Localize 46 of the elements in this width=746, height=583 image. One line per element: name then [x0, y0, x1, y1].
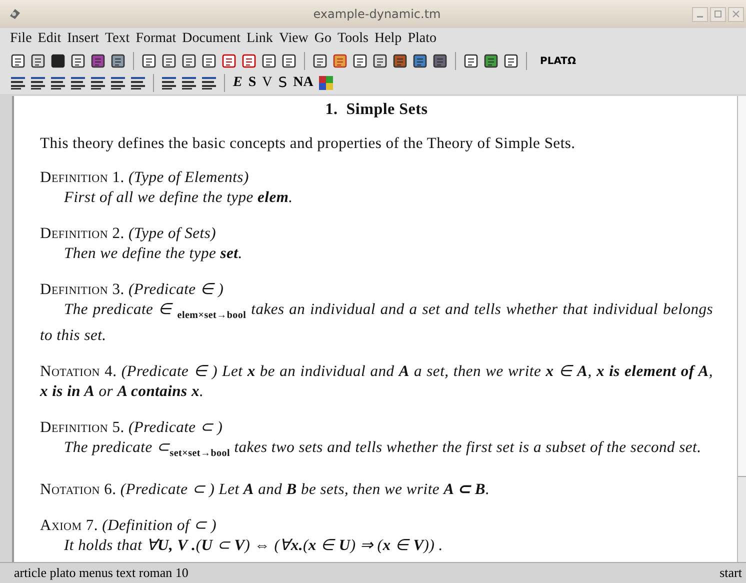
menu-item[interactable]: Link	[246, 31, 273, 47]
statement-body: The predicate ⊂$_{set×set→bool}$ takes two sets and tells whether the first set is a subset of the second set.	[63, 438, 702, 462]
menu-item[interactable]: Plato	[408, 31, 436, 47]
color-palette-icon[interactable]	[318, 75, 334, 91]
menu-item[interactable]: Go	[314, 31, 332, 47]
menu-item[interactable]: Format	[136, 31, 176, 47]
font-style-button[interactable]: NA	[292, 75, 314, 91]
statement-label: Axiom 7.	[40, 517, 98, 534]
close-icon	[732, 10, 740, 18]
font-style-button[interactable]: S	[247, 75, 258, 91]
font-style-button[interactable]: E	[232, 75, 244, 91]
statement-label: Definition 5.	[40, 419, 124, 436]
statement-label: Definition 2.	[40, 225, 124, 242]
notation-paragraph: Notation 6. (Predicate ⊂ ) Let A and B be sets, then we write A ⊂ B.	[40, 480, 491, 500]
maximize-icon	[714, 10, 722, 18]
status-text: start	[720, 565, 742, 581]
statement-title: (Predicate ∈ )	[128, 281, 224, 298]
font-style-button[interactable]: V	[261, 75, 274, 91]
section-heading: 1. Simple Sets	[324, 100, 429, 120]
statement-body: Then we define the type set.	[63, 244, 244, 264]
app-icon	[8, 7, 22, 21]
statement-title: (Type of Sets)	[128, 225, 216, 242]
statement-label: Definition 1.	[40, 169, 124, 186]
menu-item[interactable]: Edit	[38, 31, 62, 47]
statement-body: First of all we define the type elem.	[63, 188, 294, 208]
menu-item[interactable]: View	[278, 31, 308, 47]
menu-item[interactable]: Help	[374, 31, 402, 47]
statement-label: Definition 3.	[40, 281, 124, 298]
font-style-button[interactable]: S	[277, 75, 288, 91]
paragraph: This theory defines the basic concepts and properties of the Theory of Simple Sets.	[40, 134, 576, 154]
status-text: article plato menus text roman 10	[14, 565, 188, 581]
window-title: example-dynamic.tm	[312, 7, 442, 21]
align-left-icon[interactable]	[10, 75, 26, 91]
statement-title: (Type of Elements)	[128, 169, 249, 186]
plato-button[interactable]: PLATΩ	[540, 56, 576, 66]
statement-body: It holds that ∀U, V .(U ⊂ V) ⇔ (∀x.(x ∈ U) ⇒ (x ∈ V)) .	[63, 536, 444, 556]
menu-item[interactable]: Insert	[67, 31, 100, 47]
scrollbar[interactable]	[737, 96, 746, 562]
notation-paragraph: Notation 4. (Predicate ∈ ) Let x be an individual and A a set, then we write x ∈ A, x is element of A, x is in A or A contains x.	[40, 362, 713, 402]
menu-item[interactable]: Document	[182, 31, 240, 47]
statement-title: (Predicate ⊂ )	[128, 419, 223, 436]
statement-title: (Definition of ⊂ )	[102, 517, 217, 534]
menu-item[interactable]: Tools	[338, 31, 368, 47]
menu-item[interactable]: Text	[105, 31, 130, 47]
statement-body: The predicate ∈ $_{elem×set→bool}$ takes an individual and a set and tells whether that individual belongs to this set.	[40, 300, 713, 346]
menu-item[interactable]: File	[10, 31, 32, 47]
